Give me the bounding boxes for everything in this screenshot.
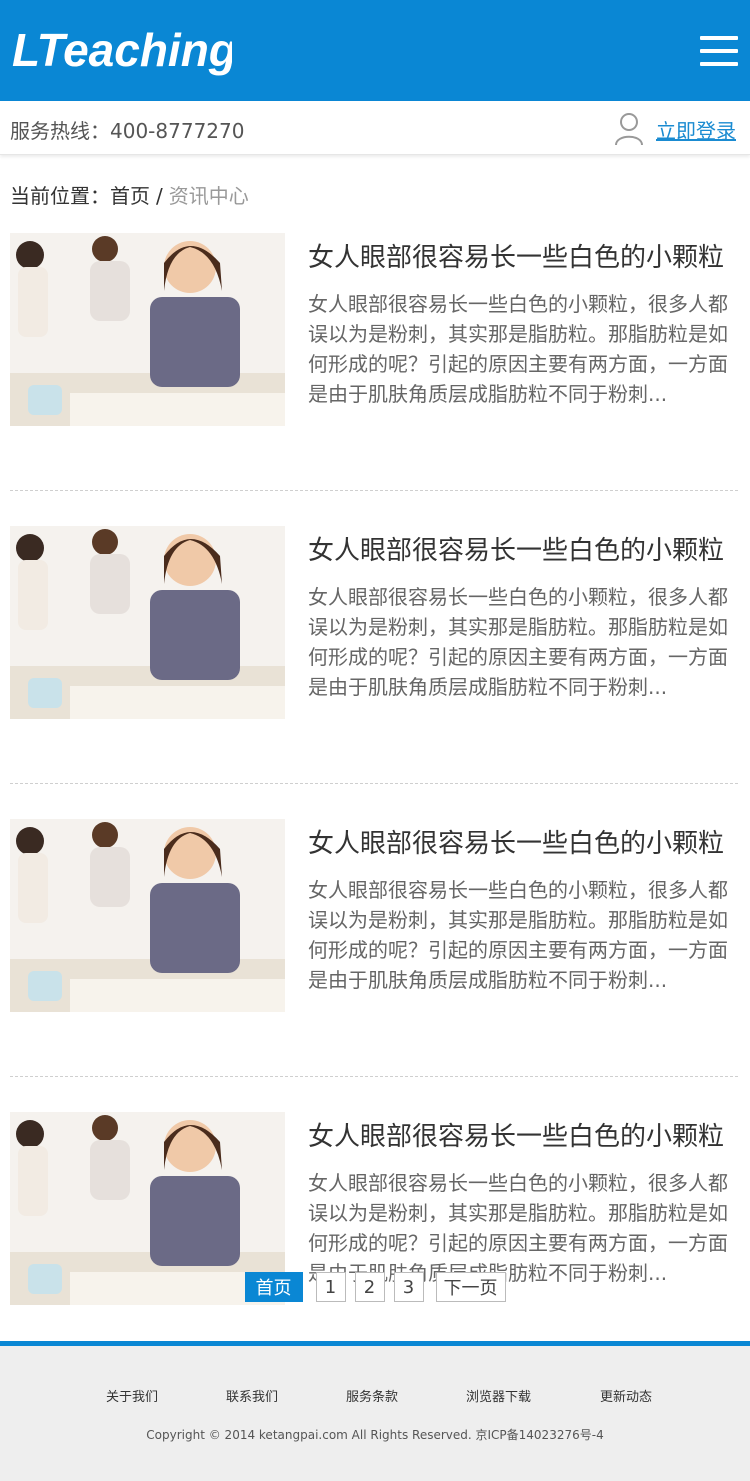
top-header: LTeaching (0, 0, 750, 101)
article-summary: 女人眼部很容易长一些白色的小颗粒，很多人都误以为是粉刺，其实那是脂肪粒。那脂肪粒… (308, 1171, 728, 1285)
pagination-page-1[interactable]: 1 (315, 1272, 346, 1302)
breadcrumb-prefix: 当前位置： (10, 184, 110, 208)
article-item[interactable]: 女人眼部很容易长一些白色的小颗粒 女人眼部很容易长一些白色的小颗粒，很多人都误以… (10, 819, 738, 1077)
article-title[interactable]: 女人眼部很容易长一些白色的小颗粒 (308, 1116, 728, 1153)
login-link[interactable]: 立即登录 (656, 115, 736, 144)
user-icon (615, 113, 643, 146)
article-item[interactable]: 女人眼部很容易长一些白色的小颗粒 女人眼部很容易长一些白色的小颗粒，很多人都误以… (10, 526, 738, 784)
pagination-page-2[interactable]: 2 (354, 1272, 385, 1302)
article-summary: 女人眼部很容易长一些白色的小颗粒，很多人都误以为是粉刺，其实那是脂肪粒。那脂肪粒… (308, 878, 728, 992)
hotline-bar: 服务热线：400-8777270 立即登录 (0, 101, 750, 155)
pagination: 首页 1 2 3 下一页 (0, 1272, 750, 1302)
article-title[interactable]: 女人眼部很容易长一些白色的小颗粒 (308, 823, 728, 860)
pagination-page-3[interactable]: 3 (393, 1272, 424, 1302)
service-hotline: 服务热线：400-8777270 (10, 119, 245, 143)
breadcrumb-current: 资讯中心 (168, 184, 249, 208)
breadcrumb-separator: / (156, 184, 163, 208)
article-thumbnail[interactable] (10, 819, 285, 1012)
breadcrumb-home-link[interactable]: 首页 (110, 184, 150, 208)
article-list: 女人眼部很容易长一些白色的小颗粒 女人眼部很容易长一些白色的小颗粒，很多人都误以… (10, 233, 738, 1370)
pagination-first[interactable]: 首页 (244, 1272, 303, 1302)
footer-link-updates[interactable]: 更新动态 (600, 1386, 652, 1405)
footer-links: 关于我们 联系我们 服务条款 浏览器下载 更新动态 (0, 1386, 750, 1406)
article-item[interactable]: 女人眼部很容易长一些白色的小颗粒 女人眼部很容易长一些白色的小颗粒，很多人都误以… (10, 1112, 738, 1370)
article-item[interactable]: 女人眼部很容易长一些白色的小颗粒 女人眼部很容易长一些白色的小颗粒，很多人都误以… (10, 233, 738, 491)
breadcrumb: 当前位置：首页 / 资讯中心 (10, 180, 249, 209)
copyright-text: Copyright © 2014 ketangpai.com All Right… (146, 1428, 604, 1442)
article-summary: 女人眼部很容易长一些白色的小颗粒，很多人都误以为是粉刺，其实那是脂肪粒。那脂肪粒… (308, 585, 728, 699)
article-summary: 女人眼部很容易长一些白色的小颗粒，很多人都误以为是粉刺，其实那是脂肪粒。那脂肪粒… (308, 292, 728, 406)
site-logo[interactable]: LTeaching (12, 18, 232, 84)
footer-link-browser-download[interactable]: 浏览器下载 (466, 1386, 531, 1405)
footer-link-about[interactable]: 关于我们 (106, 1386, 158, 1405)
article-thumbnail[interactable] (10, 233, 285, 426)
pagination-next[interactable]: 下一页 (435, 1272, 506, 1302)
footer-link-contact[interactable]: 联系我们 (226, 1386, 278, 1405)
article-title[interactable]: 女人眼部很容易长一些白色的小颗粒 (308, 237, 728, 274)
svg-text:LTeaching: LTeaching (12, 24, 232, 76)
footer-link-terms[interactable]: 服务条款 (346, 1386, 398, 1405)
footer: 关于我们 联系我们 服务条款 浏览器下载 更新动态 Copyright © 20… (0, 1341, 750, 1481)
login-area: 立即登录 (614, 111, 736, 147)
hamburger-menu-icon[interactable] (700, 36, 738, 68)
article-title[interactable]: 女人眼部很容易长一些白色的小颗粒 (308, 530, 728, 567)
article-thumbnail[interactable] (10, 526, 285, 719)
